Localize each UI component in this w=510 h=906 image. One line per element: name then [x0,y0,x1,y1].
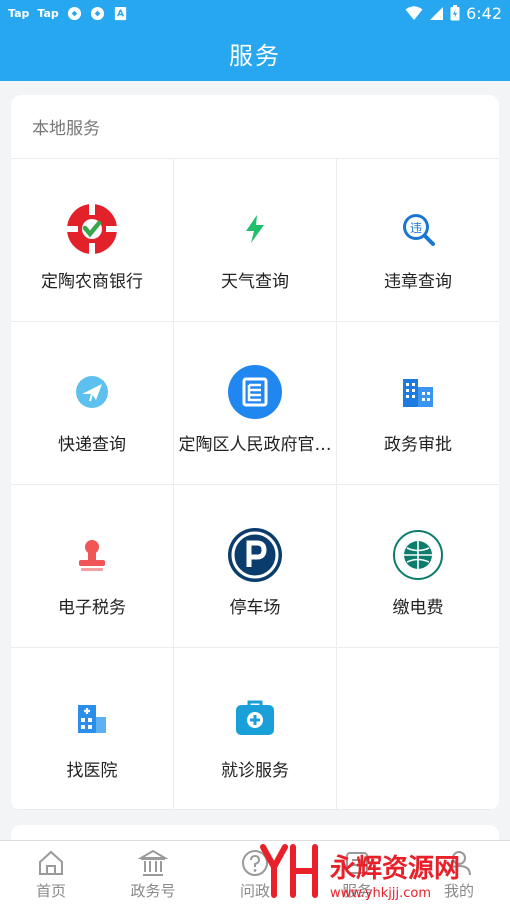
section-title: 本地服务 [11,95,499,159]
government-building-icon [138,849,168,876]
tab-label: 首页 [35,882,66,900]
header-bar: 服务 [0,26,510,81]
taptap-notification-label: Tap [8,6,30,20]
service-item-rural-bank[interactable]: 定陶农商银行 [11,159,174,322]
tab-label: 问政 [239,882,270,900]
service-item-weather[interactable]: 天气查询 [174,159,337,322]
tab-label: 服务 [341,882,372,900]
tab-label: 我的 [443,882,474,900]
tab-government-account[interactable]: 政务号 [102,841,204,906]
service-label: 定陶区人民政府官… [178,435,332,455]
service-item-express-query[interactable]: 快递查询 [11,322,174,485]
service-label: 停车场 [229,598,281,618]
tab-home[interactable]: 首页 [0,841,102,906]
svg-text:违: 违 [410,221,422,235]
signal-icon [430,6,444,20]
medical-kit-icon [227,690,283,746]
clock: 6:42 [466,3,502,23]
service-label: 缴电费 [392,598,444,618]
service-label: 政务审批 [384,435,452,455]
page-title: 服务 [229,42,281,70]
local-services-card: 本地服务 定陶农商银行 天气查询 违 违章查询 快递查询 定陶区人民政府官… 政… [11,95,499,810]
battery-icon [450,5,460,21]
taptap-notification-label: Tap [37,6,59,20]
download-notification-icon [114,6,126,20]
tab-inquiry[interactable]: 问政 [204,841,306,906]
empty-grid-cell [337,648,499,810]
service-item-violation-query[interactable]: 违 违章查询 [337,159,499,322]
parking-icon [227,527,283,583]
tab-label: 政务号 [130,882,176,900]
services-grid: 定陶农商银行 天气查询 违 违章查询 快递查询 定陶区人民政府官… 政务审批 电… [11,159,499,810]
service-label: 找医院 [66,761,118,781]
hospital-icon [64,690,120,746]
service-item-electricity-bill[interactable]: 缴电费 [337,485,499,648]
bottom-tab-bar: 首页 政务号 问政 服务 我的 [0,840,510,906]
wifi-icon [405,5,423,20]
service-label: 天气查询 [221,272,289,292]
service-item-clinic-service[interactable]: 就诊服务 [174,648,337,810]
violation-search-icon: 违 [390,201,446,257]
service-item-government-approval[interactable]: 政务审批 [337,322,499,485]
bank-logo-icon [64,201,120,257]
tab-profile[interactable]: 我的 [408,841,510,906]
service-label: 快递查询 [58,435,126,455]
service-label: 定陶农商银行 [41,272,143,292]
status-notifications: Tap Tap [8,6,128,21]
home-icon [39,850,63,875]
government-site-icon [227,364,283,420]
service-label: 电子税务 [58,598,126,618]
service-item-parking[interactable]: 停车场 [174,485,337,648]
service-item-district-government[interactable]: 定陶区人民政府官… [174,322,337,485]
express-plane-icon [64,364,120,420]
service-item-find-hospital[interactable]: 找医院 [11,648,174,810]
service-label: 就诊服务 [221,761,289,781]
profile-icon [447,851,471,876]
stamp-icon [64,527,120,583]
building-icon [390,364,446,420]
lightning-icon [227,201,283,257]
service-item-e-tax[interactable]: 电子税务 [11,485,174,648]
service-label: 违章查询 [384,272,452,292]
question-icon [242,850,268,876]
state-grid-logo-icon [390,527,446,583]
app-notification-icon [67,6,81,20]
status-bar: Tap Tap 6:42 [0,0,510,26]
tab-service[interactable]: 服务 [306,841,408,906]
service-icon [346,852,368,874]
app-notification-icon [90,6,104,20]
